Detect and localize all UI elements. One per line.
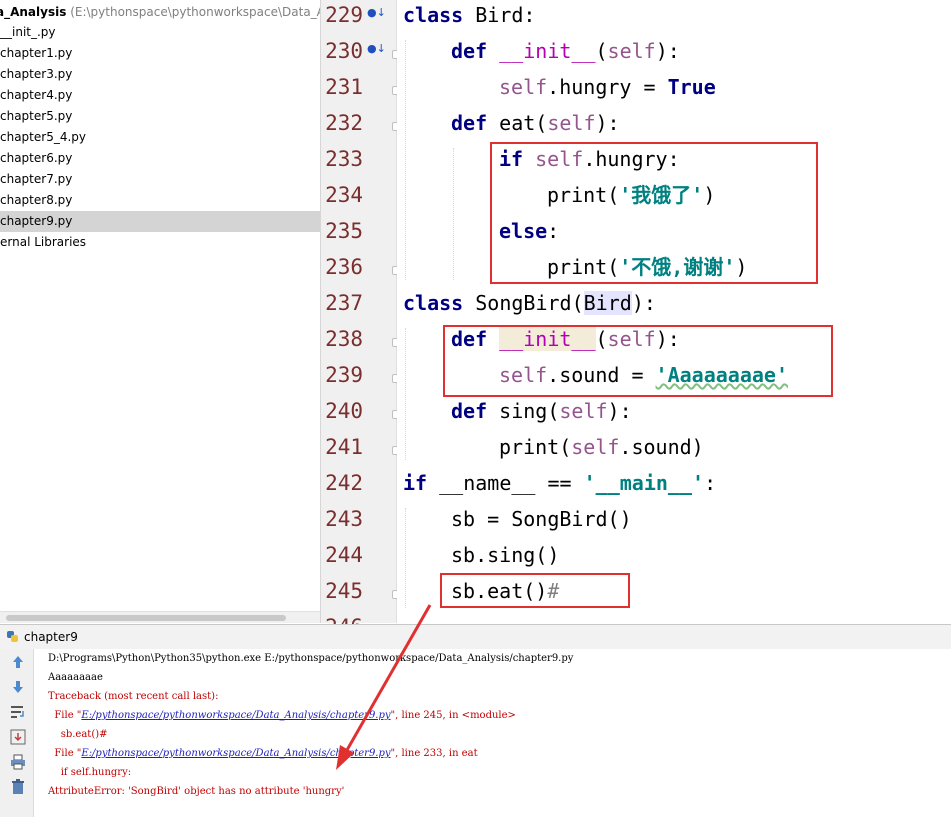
file-item[interactable]: chapter4.py xyxy=(0,85,320,106)
file-link[interactable]: E:/pythonspace/pythonworkspace/Data_Anal… xyxy=(81,748,390,759)
code-line: self.hungry = True xyxy=(499,75,716,99)
code-line: if __name__ == '__main__': xyxy=(403,471,717,495)
file-item[interactable]: chapter8.py xyxy=(0,190,320,211)
up-arrow-icon[interactable] xyxy=(9,653,27,671)
file-item[interactable]: chapter3.py xyxy=(0,64,320,85)
code-line: print(self.sound) xyxy=(499,435,704,459)
print-icon[interactable] xyxy=(9,753,27,771)
file-item[interactable]: chapter1.py xyxy=(0,43,320,64)
file-item[interactable]: chapter5_4.py xyxy=(0,127,320,148)
line-number: 236 xyxy=(325,255,363,279)
code-line: sb.sing() xyxy=(451,543,560,567)
editor-gutter: 229 230 231 232 233 234 235 236 237 238 … xyxy=(321,0,401,639)
code-line: class Bird: xyxy=(403,3,536,27)
file-item[interactable]: chapter5.py xyxy=(0,106,320,127)
console-traceback-code: if self.hungry: xyxy=(48,767,132,778)
code-line: def sing(self): xyxy=(451,399,632,423)
run-tool-window-header: chapter9 xyxy=(0,624,951,650)
override-marker-icon[interactable]: ●↓ xyxy=(367,6,386,19)
annotation-box-eat-body xyxy=(490,142,818,284)
project-root-name: a_Analysis xyxy=(0,5,67,19)
down-arrow-icon[interactable] xyxy=(9,678,27,696)
line-number: 245 xyxy=(325,579,363,603)
indent-guide xyxy=(405,328,406,460)
line-number: 239 xyxy=(325,363,363,387)
line-number: 229 xyxy=(325,3,363,27)
console-traceback-frame: File "E:/pythonspace/pythonworkspace/Dat… xyxy=(48,710,516,721)
line-number: 230 xyxy=(325,39,363,63)
line-number: 244 xyxy=(325,543,363,567)
indent-guide xyxy=(405,508,406,608)
scrollbar-thumb[interactable] xyxy=(6,615,286,621)
line-number: 231 xyxy=(325,75,363,99)
file-item-selected[interactable]: chapter9.py xyxy=(0,211,320,232)
python-icon xyxy=(7,631,18,642)
file-link[interactable]: E:/pythonspace/pythonworkspace/Data_Anal… xyxy=(81,710,390,721)
console-output-line: Aaaaaaaae xyxy=(48,672,103,683)
override-marker-icon[interactable]: ●↓ xyxy=(367,42,386,55)
console-traceback-frame: File "E:/pythonspace/pythonworkspace/Dat… xyxy=(48,748,478,759)
run-toolbar xyxy=(0,649,34,817)
code-line-current: class SongBird(Bird): xyxy=(403,291,656,315)
line-number: 234 xyxy=(325,183,363,207)
console-error-message: AttributeError: 'SongBird' object has no… xyxy=(48,786,345,797)
code-line: def __init__(self): xyxy=(451,39,680,63)
annotation-box-sb-eat-call xyxy=(440,573,630,608)
run-console-output[interactable]: D:\Programs\Python\Python35\python.exe E… xyxy=(34,649,951,817)
file-item[interactable]: chapter6.py xyxy=(0,148,320,169)
file-item[interactable]: __init_.py xyxy=(0,22,320,43)
code-line: sb = SongBird() xyxy=(451,507,632,531)
code-line: def eat(self): xyxy=(451,111,620,135)
console-traceback-code: sb.eat()# xyxy=(48,729,108,740)
scroll-to-end-icon[interactable] xyxy=(9,728,27,746)
line-number: 237 xyxy=(325,291,363,315)
code-editor[interactable]: class Bird: def __init__(self): self.hun… xyxy=(397,0,951,623)
project-root-path: (E:\pythonspace\pythonworkspace\Data_An xyxy=(70,5,321,19)
project-tree-panel: a_Analysis (E:\pythonspace\pythonworkspa… xyxy=(0,0,321,623)
console-command-line: D:\Programs\Python\Python35\python.exe E… xyxy=(48,653,574,664)
line-number: 242 xyxy=(325,471,363,495)
line-number: 235 xyxy=(325,219,363,243)
project-root-node[interactable]: a_Analysis (E:\pythonspace\pythonworkspa… xyxy=(0,2,321,22)
indent-guide xyxy=(453,148,454,280)
line-number: 233 xyxy=(325,147,363,171)
project-horizontal-scrollbar[interactable] xyxy=(0,611,320,623)
trash-icon[interactable] xyxy=(9,778,27,796)
indent-guide xyxy=(405,40,406,280)
soft-wrap-icon[interactable] xyxy=(9,703,27,721)
run-tab-title[interactable]: chapter9 xyxy=(24,625,78,649)
console-traceback-header: Traceback (most recent call last): xyxy=(48,691,219,702)
line-number: 232 xyxy=(325,111,363,135)
file-item[interactable]: chapter7.py xyxy=(0,169,320,190)
line-number: 243 xyxy=(325,507,363,531)
line-number: 238 xyxy=(325,327,363,351)
external-libraries-item[interactable]: ernal Libraries xyxy=(0,232,320,253)
line-number: 241 xyxy=(325,435,363,459)
annotation-box-songbird-init xyxy=(443,325,833,397)
line-number: 240 xyxy=(325,399,363,423)
